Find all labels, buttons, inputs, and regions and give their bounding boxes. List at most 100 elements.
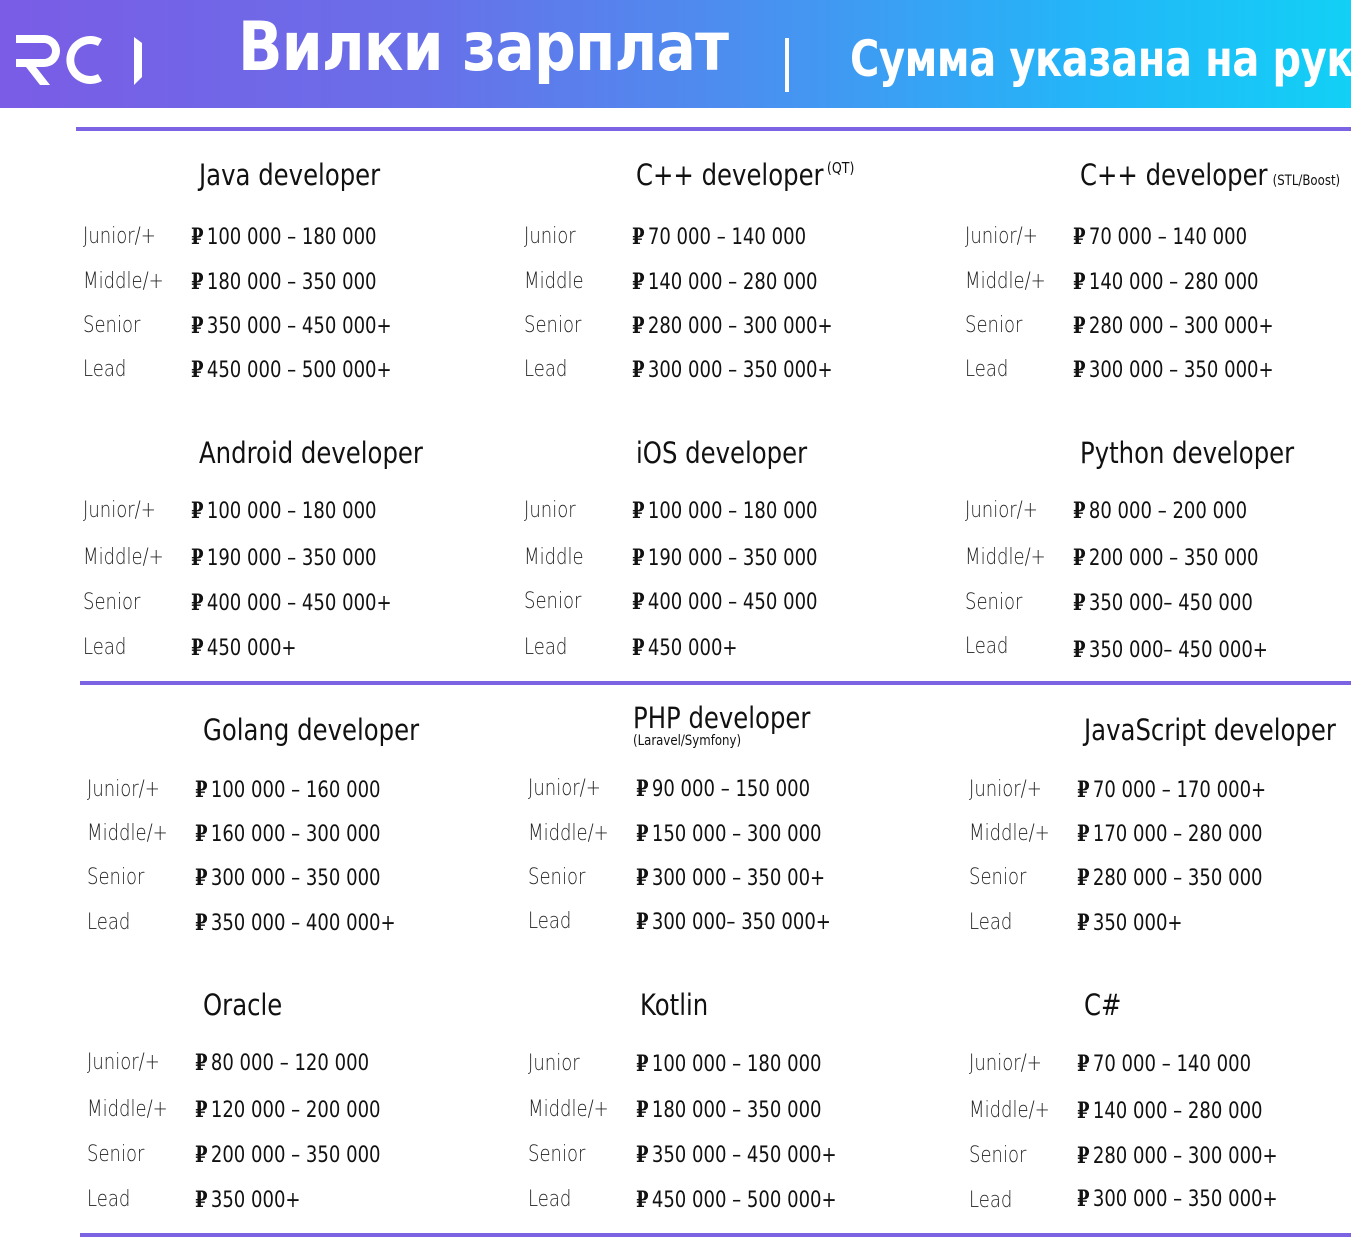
level-label: Middle/+ (83, 545, 164, 570)
salary-range: ₽350 000+ (195, 1187, 301, 1213)
range-value: 350 000 – 450 000+ (651, 1143, 837, 1168)
block-title-text: C++ developer (636, 158, 824, 192)
block-title-note: (QT) (826, 159, 855, 177)
level-label: Junior/+ (87, 1050, 160, 1075)
salary-row: Senior ₽350 000– 450 000 (965, 590, 1351, 620)
ruble-icon: ₽ (1073, 224, 1086, 250)
level-label: Senior (528, 1142, 586, 1167)
page-title: Вилки зарплат (238, 8, 729, 87)
salary-range: ₽300 000 – 350 00+ (636, 865, 825, 891)
level-label: Senior (965, 590, 1023, 615)
block-title: C++ developer (STL/Boost) (1080, 158, 1340, 192)
range-value: 100 000 – 180 000 (647, 499, 818, 524)
salary-range: ₽200 000 – 350 000 (1073, 545, 1259, 571)
salary-row: Senior ₽350 000 – 450 000+ (83, 313, 523, 343)
salary-range: ₽100 000 – 180 000 (636, 1051, 822, 1077)
salary-row: Lead ₽450 000 – 500 000+ (528, 1187, 968, 1217)
level-label: Lead (83, 635, 127, 660)
salary-range: ₽90 000 – 150 000 (636, 776, 810, 802)
salary-range: ₽300 000– 350 000+ (636, 909, 831, 935)
range-value: 400 000 – 450 000 (647, 590, 818, 615)
salary-range: ₽70 000 – 140 000 (632, 224, 806, 250)
ruble-icon: ₽ (636, 821, 649, 847)
salary-row: Senior ₽280 000 – 300 000+ (965, 313, 1351, 343)
level-label: Senior (969, 865, 1027, 890)
salary-row: Lead ₽300 000 – 350 000+ (969, 1186, 1351, 1216)
ruble-icon: ₽ (191, 357, 204, 383)
salary-row: Junior/+ ₽90 000 – 150 000 (528, 776, 968, 806)
level-label: Lead (528, 909, 572, 934)
block-title: iOS developer (636, 436, 807, 470)
salary-row: Senior ₽300 000 – 350 000 (87, 865, 527, 895)
salary-row: Lead ₽300 000 – 350 000+ (524, 357, 964, 387)
level-label: Middle/+ (965, 545, 1046, 570)
level-label: Lead (524, 635, 568, 660)
block-title: Python developer (1080, 436, 1294, 470)
ruble-icon: ₽ (1077, 1143, 1090, 1169)
ruble-icon: ₽ (636, 776, 649, 802)
salary-block-php: PHP developer (Laravel/Symfony) Junior/+ ₽… (528, 701, 968, 951)
level-label: Lead (965, 357, 1009, 382)
range-value: 200 000 – 350 000 (1088, 546, 1259, 571)
ruble-icon: ₽ (195, 1142, 208, 1168)
salary-range: ₽190 000 – 350 000 (632, 545, 818, 571)
level-label: Middle (524, 545, 584, 570)
ruble-icon: ₽ (632, 498, 645, 524)
range-value: 200 000 – 350 000 (210, 1143, 381, 1168)
block-title: Golang developer (203, 713, 419, 747)
salary-range: ₽350 000 – 450 000+ (191, 313, 392, 339)
level-label: Lead (87, 910, 131, 935)
range-value: 70 000 – 140 000 (1088, 225, 1248, 250)
salary-block-cpp-qt: C++ developer (QT) Junior ₽70 000 – 140 00… (524, 158, 964, 408)
salary-range: ₽280 000 – 300 000+ (632, 313, 833, 339)
range-value: 170 000 – 280 000 (1092, 822, 1263, 847)
ruble-icon: ₽ (1073, 498, 1086, 524)
range-value: 450 000+ (206, 636, 297, 661)
ruble-icon: ₽ (1077, 777, 1090, 803)
range-value: 80 000 – 200 000 (1088, 499, 1248, 524)
range-value: 450 000 – 500 000+ (651, 1188, 837, 1213)
ruble-icon: ₽ (1073, 269, 1086, 295)
level-label: Lead (524, 357, 568, 382)
salary-range: ₽70 000 – 170 000+ (1077, 777, 1266, 803)
salary-row: Senior ₽400 000 – 450 000 (524, 589, 964, 619)
salary-row: Senior ₽350 000 – 450 000+ (528, 1142, 968, 1172)
ruble-icon: ₽ (191, 545, 204, 571)
salary-range: ₽200 000 – 350 000 (195, 1142, 381, 1168)
level-label: Junior/+ (83, 224, 156, 249)
salary-range: ₽280 000 – 300 000+ (1077, 1143, 1278, 1169)
salary-range: ₽80 000 – 200 000 (1073, 498, 1247, 524)
ruble-icon: ₽ (195, 777, 208, 803)
salary-range: ₽300 000 – 350 000 (195, 865, 381, 891)
range-value: 140 000 – 280 000 (1088, 270, 1259, 295)
salary-row: Lead ₽350 000+ (87, 1187, 527, 1217)
block-title-text: C++ developer (1080, 158, 1268, 192)
salary-range: ₽450 000+ (632, 635, 738, 661)
block-title: Kotlin (640, 988, 708, 1022)
block-title-text: Python developer (1080, 436, 1295, 470)
salary-range: ₽350 000 – 450 000+ (636, 1142, 837, 1168)
range-value: 300 000 – 350 000+ (647, 358, 833, 383)
salary-block-javascript: JavaScript developer Junior/+ ₽70 000 – 1… (969, 713, 1351, 963)
salary-range: ₽280 000 – 350 000 (1077, 865, 1263, 891)
ruble-icon: ₽ (1073, 545, 1086, 571)
ruble-icon: ₽ (1077, 1098, 1090, 1124)
level-label: Middle/+ (969, 1098, 1050, 1123)
range-value: 280 000 – 350 000 (1092, 866, 1263, 891)
range-value: 350 000+ (1092, 911, 1183, 936)
level-label: Junior/+ (969, 777, 1042, 802)
range-value: 280 000 – 300 000+ (647, 314, 833, 339)
ruble-icon: ₽ (1077, 1186, 1090, 1212)
level-label: Senior (528, 865, 586, 890)
salary-range: ₽300 000 – 350 000+ (632, 357, 833, 383)
level-label: Junior (528, 1051, 580, 1076)
salary-block-java: Java developer Junior/+ ₽100 000 – 180 00… (83, 158, 523, 408)
salary-range: ₽180 000 – 350 000 (191, 269, 377, 295)
salary-row: Senior ₽200 000 – 350 000 (87, 1142, 527, 1172)
level-label: Lead (965, 634, 1009, 659)
salary-range: ₽350 000– 450 000 (1073, 590, 1253, 616)
salary-row: Lead ₽350 000+ (969, 910, 1351, 940)
salary-range: ₽180 000 – 350 000 (636, 1097, 822, 1123)
ruble-icon: ₽ (195, 865, 208, 891)
salary-row: Middle/+ ₽190 000 – 350 000 (83, 545, 523, 575)
